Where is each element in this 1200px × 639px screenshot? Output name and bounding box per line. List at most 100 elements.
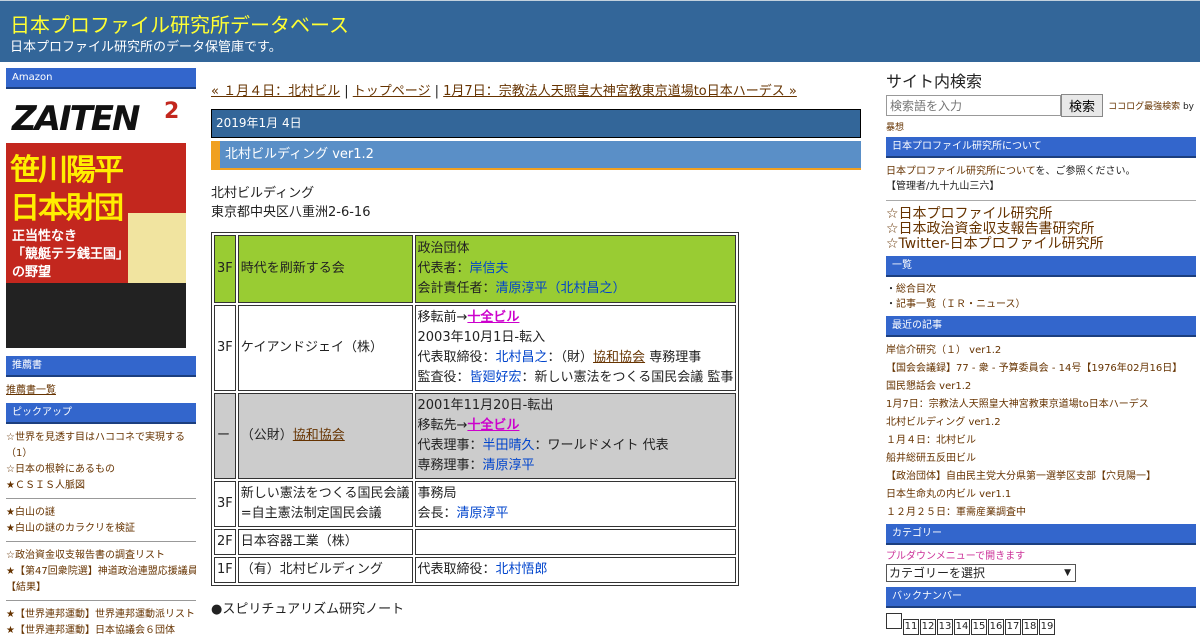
pickup-item[interactable]: ★【世界連邦運動】日本協議会６団体 — [6, 623, 196, 639]
category-select[interactable]: カテゴリーを選択 ▼ — [886, 564, 1076, 582]
person-link[interactable]: 岸信夫 — [470, 261, 509, 276]
next-entry-link[interactable]: 1月7日：宗教法人天照皇大神宮教東京道場to日本ハーデス » — [443, 84, 797, 99]
detail-label: 代表理事： — [417, 438, 483, 453]
tenant-name-line: =自主憲法制定国民会議 — [240, 506, 382, 521]
site-title[interactable]: 日本プロファイル研究所データベース — [10, 9, 349, 38]
table-row: 2F 日本容器工業（株） — [214, 529, 737, 555]
pickup-item[interactable]: 【結果】 — [6, 580, 196, 596]
list-bullet: ・ — [886, 299, 896, 310]
tenant-detail-cell: 2001年11月20日-転出 移転先→十全ビル 代表理事：半田晴久：ワールドメイ… — [414, 393, 737, 479]
pickup-item[interactable]: ☆政治資金収支報告書の調査リスト — [6, 548, 196, 564]
person-link[interactable]: 北村悟郎 — [496, 562, 548, 577]
building-link[interactable]: 十全ビル — [467, 310, 519, 325]
search-powered-link[interactable]: ココログ最強検索 — [1108, 102, 1180, 112]
pickup-item[interactable]: ★【世界連邦運動】世界連邦運動派リスト — [6, 607, 196, 623]
tenant-table: 3F 時代を刷新する会 政治団体 代表者：岸信夫 会計責任者：清原淳平（北村昌之… — [211, 232, 740, 586]
person-link[interactable]: 半田晴久 — [483, 438, 535, 453]
detail-paren: （ — [547, 281, 561, 296]
org-link[interactable]: 協和協会 — [593, 350, 645, 365]
post-title: 北村ビルディング ver1.2 — [211, 141, 861, 170]
building-link[interactable]: 十全ビル — [467, 418, 519, 433]
list-link[interactable]: 総合目次 — [896, 284, 936, 295]
pickup-group-1: ☆世界を見透す目はハココネで実現する （1） ☆日本の根幹にあるもの ★ＣＳＩＳ… — [6, 430, 196, 494]
backnumber-day[interactable]: 11 — [903, 619, 919, 635]
divider — [6, 541, 196, 542]
org-link[interactable]: 協和協会 — [293, 428, 345, 443]
recent-entry-link[interactable]: 国民懇話会 ver1.2 — [886, 378, 1196, 396]
pickup-group-2: ★白山の謎 ★白山の謎のカラクリを検証 — [6, 505, 196, 537]
pickup-group-3: ☆政治資金収支報告書の調査リスト ★【第47回衆院選】神道政治連盟応援議員 【結… — [6, 548, 196, 596]
dropdown-arrow-icon: ▼ — [1064, 568, 1071, 578]
pickup-item[interactable]: （1） — [6, 446, 196, 462]
backnumber-day[interactable]: 13 — [937, 619, 953, 635]
detail-text: ：ワールドメイト 代表 — [534, 438, 669, 453]
list-item: ・記事一覧（ＩＲ・ニュース） — [886, 297, 1196, 312]
detail-line: 代表取締役：北村昌之：（財）協和協会 専務理事 — [418, 348, 734, 368]
profile-institute-link[interactable]: ☆日本プロファイル研究所 — [886, 207, 1196, 222]
detail-line: 移転先→十全ビル — [418, 416, 734, 436]
recent-entry-link[interactable]: 船井総研五反田ビル — [886, 450, 1196, 468]
pickup-item[interactable]: ★白山の謎のカラクリを検証 — [6, 521, 196, 537]
recent-entry-link[interactable]: 日本生命丸の内ビル ver1.1 — [886, 486, 1196, 504]
zaiten-book-cover[interactable]: ZAITEN 2 笹川陽平 日本財団 正当性なき 「競艇テラ銭王国」 の野望 — [6, 93, 186, 348]
person-link[interactable]: 清原淳平 — [457, 506, 509, 521]
table-row: ー （公財）協和協会 2001年11月20日-転出 移転先→十全ビル 代表理事：… — [214, 393, 737, 479]
backnumber-day[interactable]: 19 — [1039, 619, 1055, 635]
pickup-item[interactable]: ☆日本の根幹にあるもの — [6, 462, 196, 478]
search-powered-author[interactable]: 暴想 — [886, 123, 904, 133]
table-row: 1F （有）北村ビルディング 代表取締役：北村悟郎 — [214, 557, 737, 583]
backnumber-heading: バックナンバー — [886, 587, 1196, 608]
detail-line: 代表者：岸信夫 — [418, 259, 734, 279]
recommend-list-link[interactable]: 推薦書一覧 — [6, 385, 56, 396]
backnumber-day — [886, 613, 902, 629]
person-link[interactable]: 北村昌之 — [561, 281, 613, 296]
recent-entry-link[interactable]: 【国会会議録】77 - 衆 - 予算委員会 - 14号【1976年02月16日】 — [886, 360, 1196, 378]
list-link[interactable]: 記事一覧（ＩＲ・ニュース） — [896, 299, 1026, 310]
table-row: 3F 時代を刷新する会 政治団体 代表者：岸信夫 会計責任者：清原淳平（北村昌之… — [214, 235, 737, 303]
person-link[interactable]: 清原淳平 — [496, 281, 548, 296]
category-heading: カテゴリー — [886, 524, 1196, 545]
recent-entry-link[interactable]: １月４日：北村ビル — [886, 432, 1196, 450]
pickup-group-4: ★【世界連邦運動】世界連邦運動派リスト ★【世界連邦運動】日本協議会６団体 — [6, 607, 196, 639]
twitter-link[interactable]: ☆Twitter-日本プロファイル研究所 — [886, 237, 1196, 252]
pickup-item[interactable]: ★白山の謎 — [6, 505, 196, 521]
floor-cell: ー — [214, 393, 236, 479]
backnumber-day[interactable]: 18 — [1022, 619, 1038, 635]
top-page-link[interactable]: トップページ — [353, 84, 431, 99]
list-item: ・総合目次 — [886, 282, 1196, 297]
spiritualism-note-heading: ●スピリチュアリズム研究ノート — [211, 598, 861, 617]
tenant-detail-cell: 移転前→十全ビル 2003年10月1日-転入 代表取締役：北村昌之：（財）協和協… — [414, 305, 737, 391]
detail-line: 2001年11月20日-転出 — [417, 398, 554, 413]
cover-sub-3: の野望 — [12, 265, 52, 280]
recent-entry-link[interactable]: 北村ビルディング ver1.2 — [886, 414, 1196, 432]
detail-line: 会計責任者：清原淳平（北村昌之） — [418, 279, 734, 299]
person-link[interactable]: 北村昌之 — [496, 350, 548, 365]
search-heading: サイト内検索 — [886, 72, 983, 91]
tenant-name-cell: 新しい憲法をつくる国民会議 =自主憲法制定国民会議 — [237, 481, 413, 527]
recent-entry-link[interactable]: 1月7日：宗教法人天照皇大神宮教東京道場to日本ハーデス — [886, 396, 1196, 414]
person-link[interactable]: 皆廻好宏 — [470, 370, 522, 385]
pickup-item[interactable]: ★【第47回衆院選】神道政治連盟応援議員 — [6, 564, 196, 580]
divider — [6, 600, 196, 601]
backnumber-day[interactable]: 16 — [988, 619, 1004, 635]
backnumber-day[interactable]: 15 — [971, 619, 987, 635]
detail-label: 会長： — [417, 506, 457, 521]
tenant-detail-cell — [414, 529, 737, 555]
detail-text: ：（財） — [547, 350, 594, 365]
detail-line: 会長：清原淳平 — [418, 504, 734, 524]
political-funds-link[interactable]: ☆日本政治資金収支報告書研究所 — [886, 222, 1196, 237]
recent-entry-link[interactable]: 【政治団体】自由民主党大分県第一選挙区支部【穴見陽一】 — [886, 468, 1196, 486]
recent-entry-link[interactable]: 岸信介研究（１） ver1.2 — [886, 342, 1196, 360]
person-link[interactable]: 清原淳平 — [483, 458, 535, 473]
prev-entry-link[interactable]: « １月４日：北村ビル — [211, 84, 340, 99]
recent-entry-link[interactable]: １２月２５日：軍需産業調査中 — [886, 504, 1196, 522]
pickup-item[interactable]: ☆世界を見透す目はハココネで実現する — [6, 430, 196, 446]
search-input[interactable] — [886, 95, 1061, 116]
backnumber-day[interactable]: 14 — [954, 619, 970, 635]
backnumber-day[interactable]: 12 — [920, 619, 936, 635]
about-link[interactable]: 日本プロファイル研究所について — [886, 166, 1036, 177]
backnumber-day[interactable]: 17 — [1005, 619, 1021, 635]
floor-cell: 2F — [214, 529, 236, 555]
pickup-item[interactable]: ★ＣＳＩＳ人脈図 — [6, 478, 196, 494]
search-button[interactable]: 検索 — [1061, 94, 1103, 117]
